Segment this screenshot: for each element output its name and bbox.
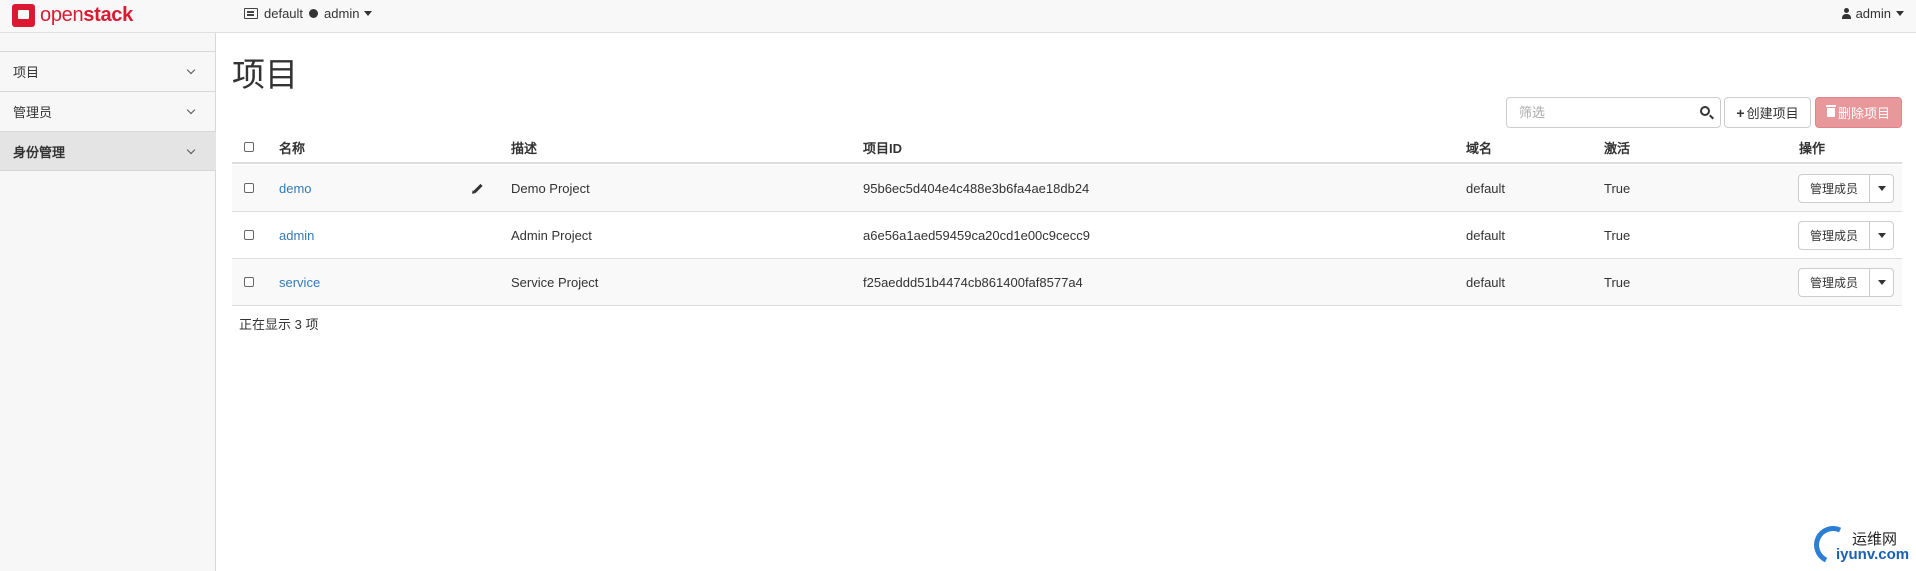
caret-down-icon — [1877, 280, 1886, 285]
chevron-down-icon — [186, 145, 196, 155]
user-icon — [1841, 8, 1851, 19]
manage-members-button[interactable]: 管理成员 — [1798, 221, 1870, 250]
user-menu-label: admin — [1855, 6, 1891, 21]
sidebar-item-label: 项目 — [13, 65, 40, 80]
project-domain: default — [1466, 180, 1506, 196]
column-header-name[interactable]: 名称 — [279, 132, 305, 162]
project-name-link[interactable]: service — [279, 259, 320, 305]
chevron-down-icon — [186, 105, 196, 115]
row-select-cell — [244, 259, 254, 305]
context-domain: default — [264, 6, 304, 21]
pencil-icon[interactable] — [473, 183, 483, 193]
table-count-text: 正在显示 3 项 — [239, 317, 319, 332]
manage-members-button[interactable]: 管理成员 — [1798, 268, 1870, 297]
table-header-row: 名称 描述 项目ID 域名 激活 操作 — [232, 132, 1902, 164]
column-header-project-id[interactable]: 项目ID — [863, 132, 902, 162]
column-header-description[interactable]: 描述 — [511, 132, 537, 162]
sidebar-item-project[interactable]: 项目 — [0, 51, 216, 91]
user-menu-dropdown[interactable]: admin — [1841, 6, 1904, 21]
project-enabled: True — [1604, 180, 1631, 196]
row-select-cell — [244, 165, 254, 211]
project-name-link[interactable]: demo — [279, 165, 312, 211]
brand-open-text: open — [40, 3, 84, 26]
project-id: a6e56a1aed59459ca20cd1e00c9cecc9 — [863, 227, 1090, 243]
watermark-logo: 运维网 iyunv.com — [1808, 520, 1915, 570]
project-id: f25aeddd51b4474cb861400faf8577a4 — [863, 274, 1083, 290]
caret-down-icon — [1896, 11, 1904, 16]
watermark-line2: iyunv.com — [1836, 546, 1910, 563]
edit-cell — [473, 165, 483, 211]
search-icon[interactable] — [1700, 106, 1710, 116]
sidebar: 项目 管理员 身份管理 — [0, 33, 216, 571]
trash-icon — [1825, 105, 1836, 117]
openstack-logo-icon — [12, 3, 35, 27]
column-header-enabled[interactable]: 激活 — [1604, 132, 1630, 162]
create-project-button[interactable]: + 创建项目 — [1724, 97, 1811, 128]
caret-down-icon — [1877, 186, 1886, 191]
brand-logo-link[interactable]: openstack — [12, 2, 133, 28]
row-checkbox[interactable] — [244, 183, 254, 193]
filter-input[interactable] — [1507, 98, 1687, 127]
project-enabled: True — [1604, 227, 1631, 243]
project-description: Service Project — [511, 274, 599, 290]
row-actions-dropdown-toggle[interactable] — [1869, 268, 1894, 297]
column-header-actions: 操作 — [1799, 140, 1826, 156]
project-name-link[interactable]: admin — [279, 212, 314, 258]
table-row: demo Demo Project 95b6ec5d404e4c488e3b6f… — [232, 165, 1902, 212]
context-project: admin — [324, 6, 360, 21]
manage-members-button[interactable]: 管理成员 — [1798, 174, 1870, 203]
plus-icon: + — [1736, 104, 1745, 121]
row-actions-dropdown-toggle[interactable] — [1869, 174, 1894, 203]
create-project-label: 创建项目 — [1746, 106, 1799, 121]
delete-projects-button[interactable]: 删除项目 — [1815, 97, 1902, 128]
row-checkbox[interactable] — [244, 230, 254, 240]
project-domain: default — [1466, 274, 1506, 290]
caret-down-icon — [1877, 233, 1886, 238]
brand-name: openstack — [40, 4, 133, 27]
project-enabled: True — [1604, 274, 1631, 290]
top-navbar: openstack default admin admin — [0, 0, 1916, 33]
table-row: service Service Project f25aeddd51b4474c… — [232, 259, 1902, 306]
select-all-cell — [244, 132, 254, 162]
page-title: 项目 — [232, 56, 298, 93]
chevron-down-icon — [186, 65, 196, 75]
project-description: Admin Project — [511, 227, 592, 243]
server-icon — [244, 8, 258, 19]
delete-projects-label: 删除项目 — [1837, 106, 1890, 121]
row-select-cell — [244, 212, 254, 258]
row-actions-dropdown-toggle[interactable] — [1869, 221, 1894, 250]
sidebar-item-label: 身份管理 — [13, 144, 66, 160]
project-description: Demo Project — [511, 180, 590, 196]
sidebar-item-identity[interactable]: 身份管理 — [0, 131, 216, 171]
column-header-domain[interactable]: 域名 — [1466, 132, 1492, 162]
project-context-dropdown[interactable]: default admin — [244, 6, 373, 21]
select-all-checkbox[interactable] — [244, 142, 254, 152]
row-checkbox[interactable] — [244, 277, 254, 287]
bullet-icon — [309, 9, 319, 18]
project-id: 95b6ec5d404e4c488e3b6fa4ae18db24 — [863, 180, 1090, 196]
project-domain: default — [1466, 227, 1506, 243]
sidebar-item-label: 管理员 — [13, 105, 53, 120]
caret-down-icon — [364, 11, 373, 16]
table-row: admin Admin Project a6e56a1aed59459ca20c… — [232, 212, 1902, 259]
filter-box — [1506, 97, 1721, 128]
sidebar-item-admin[interactable]: 管理员 — [0, 91, 216, 131]
brand-stack-text: stack — [83, 3, 133, 26]
